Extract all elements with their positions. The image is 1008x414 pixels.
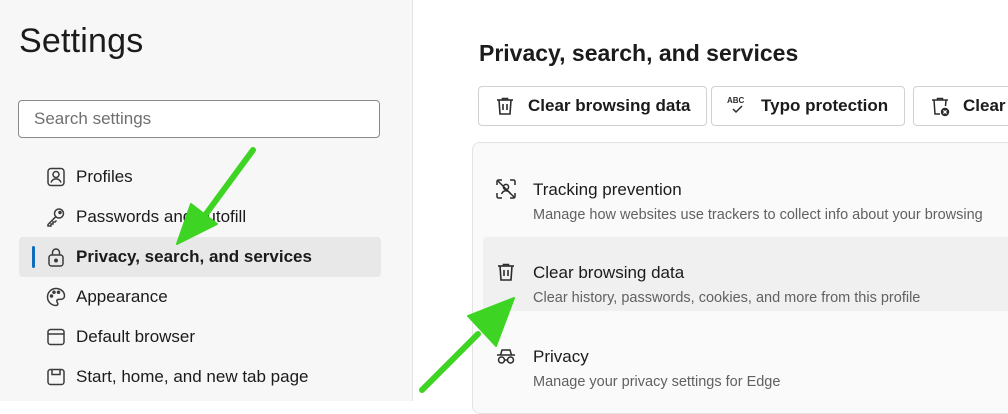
sidebar-item-label: Passwords and autofill: [76, 207, 247, 226]
sidebar-item-appearance[interactable]: Appearance: [19, 277, 381, 317]
sidebar-item-start-home-new-tab[interactable]: Start, home, and new tab page: [19, 357, 381, 397]
search-settings-input[interactable]: [19, 101, 379, 137]
lock-icon: [45, 246, 67, 268]
row-description: Manage how websites use trackers to coll…: [533, 207, 983, 223]
settings-title: Settings: [19, 22, 144, 60]
clear-browsing-data-row[interactable]: Clear browsing data Clear history, passw…: [483, 237, 1008, 311]
row-title: Tracking prevention: [533, 180, 682, 199]
sidebar-item-label: Default browser: [76, 327, 196, 346]
palette-icon: [45, 286, 67, 308]
row-title: Clear browsing data: [533, 263, 685, 282]
tracking-prevention-row[interactable]: Tracking prevention Manage how websites …: [483, 154, 1008, 228]
settings-nav: Profiles Passwords and autofill Privacy,…: [19, 157, 381, 397]
page-title: Privacy, search, and services: [479, 40, 799, 66]
clear-browsing-data-quick-button[interactable]: Clear browsing data: [478, 86, 708, 126]
search-settings-field[interactable]: [18, 100, 380, 138]
trash-icon: [493, 94, 517, 118]
privacy-row[interactable]: Privacy Manage your privacy settings for…: [483, 321, 1008, 395]
browser-window-icon: [45, 326, 67, 348]
clear-quick-button[interactable]: Clear: [913, 86, 1008, 126]
key-icon: [45, 206, 67, 228]
chip-label: Typo protection: [761, 96, 889, 115]
profile-icon: [45, 166, 67, 188]
sidebar-item-default-browser[interactable]: Default browser: [19, 317, 381, 357]
sidebar-item-label: Appearance: [76, 287, 168, 306]
chip-label: Clear: [963, 96, 1006, 115]
sidebar-item-passwords[interactable]: Passwords and autofill: [19, 197, 381, 237]
sidebar-item-label: Privacy, search, and services: [76, 247, 312, 266]
home-page-icon: [45, 366, 67, 388]
svg-text:ABC: ABC: [727, 96, 745, 105]
sidebar-item-privacy[interactable]: Privacy, search, and services: [19, 237, 381, 277]
sidebar-item-label: Start, home, and new tab page: [76, 367, 309, 386]
trash-icon: [494, 260, 518, 284]
row-description: Manage your privacy settings for Edge: [533, 374, 781, 390]
sidebar-item-profiles[interactable]: Profiles: [19, 157, 381, 197]
settings-sidebar: Settings Profiles Passwords: [0, 0, 413, 401]
sidebar-item-label: Profiles: [76, 167, 133, 186]
row-title: Privacy: [533, 347, 589, 366]
row-description: Clear history, passwords, cookies, and m…: [533, 290, 921, 306]
tracking-prevention-icon: [494, 177, 518, 201]
spellcheck-icon: ABC: [726, 94, 750, 118]
trash-x-icon: [928, 94, 952, 118]
chip-label: Clear browsing data: [528, 96, 691, 115]
incognito-glasses-icon: [494, 344, 518, 368]
typo-protection-quick-button[interactable]: ABC Typo protection: [711, 86, 906, 126]
